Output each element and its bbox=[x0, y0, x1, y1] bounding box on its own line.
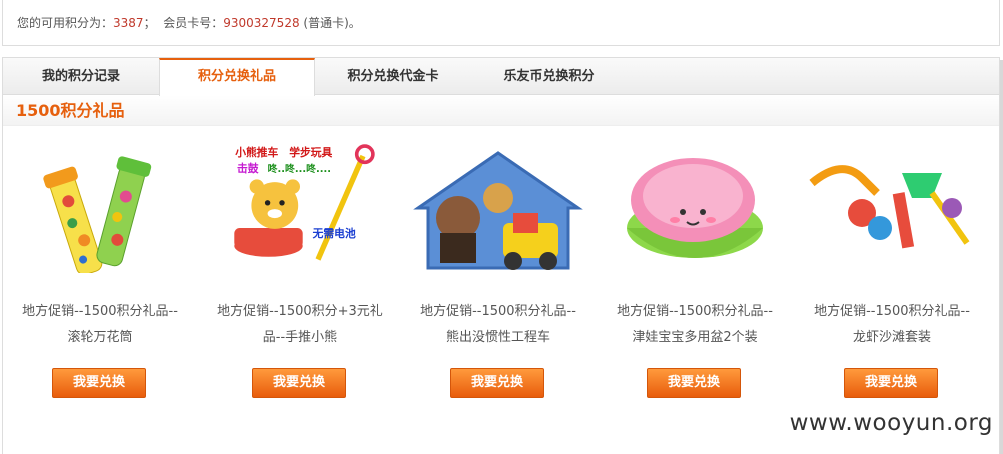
redeem-button[interactable]: 我要兑换 bbox=[647, 368, 741, 398]
card-type: (普通卡)。 bbox=[303, 16, 361, 30]
redeem-button[interactable]: 我要兑换 bbox=[844, 368, 938, 398]
product-name[interactable]: 地方促销--1500积分礼品--津娃宝宝多用盆2个装 bbox=[611, 299, 779, 351]
product-card: 地方促销--1500积分礼品--龙虾沙滩套装 我要兑换 bbox=[802, 118, 982, 448]
toy-text-line1a: 小熊推车 bbox=[234, 146, 278, 159]
product-name[interactable]: 地方促销--1500积分+3元礼品--手推小熊 bbox=[216, 299, 384, 351]
tab-bar: 我的积分记录 积分兑换礼品 积分兑换代金卡 乐友币兑换积分 bbox=[3, 58, 999, 96]
tab-points-voucher[interactable]: 积分兑换代金卡 bbox=[315, 58, 471, 95]
tab-points-gifts[interactable]: 积分兑换礼品 bbox=[159, 58, 315, 96]
toy-text-line2a: 击鼓 bbox=[237, 162, 259, 175]
kaleidoscope-toy-image[interactable] bbox=[10, 138, 190, 273]
points-info: 您的可用积分为：3387； 会员卡号：9300327528 (普通卡)。 bbox=[2, 0, 1000, 46]
watermark: www.wooyun.org bbox=[789, 410, 993, 436]
redeem-button[interactable]: 我要兑换 bbox=[252, 368, 346, 398]
card-number: 9300327528 bbox=[223, 16, 300, 30]
toy-text-line3: 无需电池 bbox=[312, 227, 356, 240]
redeem-button[interactable]: 我要兑换 bbox=[52, 368, 146, 398]
tab-coin-to-points[interactable]: 乐友币兑换积分 bbox=[471, 58, 627, 95]
product-card: 地方促销--1500积分礼品--津娃宝宝多用盆2个装 我要兑换 bbox=[605, 118, 785, 448]
product-name[interactable]: 地方促销--1500积分礼品--滚轮万花筒 bbox=[16, 299, 184, 351]
product-name[interactable]: 地方促销--1500积分礼品--熊出没惯性工程车 bbox=[414, 299, 582, 351]
bear-push-toy-image[interactable]: 小熊推车 学步玩具 击鼓 咚..咚...咚.... 无需电池 bbox=[210, 138, 390, 273]
points-value: 3387 bbox=[113, 16, 144, 30]
product-name[interactable]: 地方促销--1500积分礼品--龙虾沙滩套装 bbox=[808, 299, 976, 351]
product-card: 小熊推车 学步玩具 击鼓 咚..咚...咚.... 无需电池 地方促销--150… bbox=[210, 118, 390, 448]
tab-points-record[interactable]: 我的积分记录 bbox=[3, 58, 159, 95]
product-card: 地方促销--1500积分礼品--滚轮万花筒 我要兑换 bbox=[10, 118, 190, 448]
beach-toy-set-image[interactable] bbox=[802, 138, 982, 273]
toy-text-line1b: 学步玩具 bbox=[289, 146, 332, 159]
toy-text-line2b: 咚..咚...咚.... bbox=[268, 162, 331, 175]
product-card: 地方促销--1500积分礼品--熊出没惯性工程车 我要兑换 bbox=[408, 118, 588, 448]
points-label: 您的可用积分为： bbox=[17, 16, 114, 30]
baby-basin-image[interactable] bbox=[605, 138, 785, 273]
card-label: 会员卡号： bbox=[163, 16, 224, 30]
redeem-button[interactable]: 我要兑换 bbox=[450, 368, 544, 398]
engineering-truck-toy-image[interactable] bbox=[408, 138, 588, 273]
separator: ； bbox=[143, 16, 156, 30]
